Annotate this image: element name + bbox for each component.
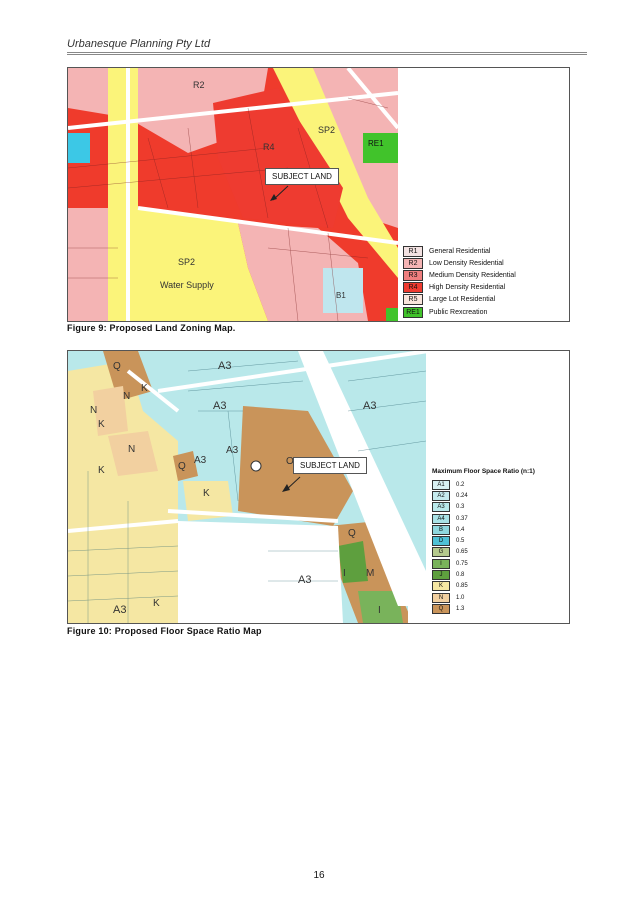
svg-text:N: N (90, 405, 97, 416)
svg-text:Q: Q (178, 461, 186, 472)
legend-swatch: D (432, 536, 450, 547)
legend-row-b: B 0.4 (432, 524, 535, 535)
legend-row-a2: A2 0.24 (432, 490, 535, 501)
svg-text:Q: Q (113, 361, 121, 372)
svg-text:SP2: SP2 (318, 125, 335, 135)
legend-row-r2: R2 Low Density Residential (403, 257, 516, 269)
svg-text:A3: A3 (226, 445, 239, 456)
page-number: 16 (313, 870, 325, 881)
svg-text:R4: R4 (263, 142, 275, 152)
legend-swatch: I (432, 558, 450, 569)
legend-value: 0.37 (456, 515, 468, 522)
legend-row-i: I 0.75 (432, 558, 535, 569)
legend-row-r1: R1 General Residential (403, 245, 516, 257)
legend-swatch: R1 (403, 245, 423, 257)
legend-value: 1.0 (456, 594, 465, 601)
legend-row-k: K 0.85 (432, 581, 535, 592)
legend-value: 0.65 (456, 549, 468, 556)
svg-text:I: I (343, 568, 346, 579)
legend-value: 0.75 (456, 560, 468, 567)
svg-text:K: K (203, 488, 210, 499)
legend-swatch: A2 (432, 490, 450, 501)
legend-swatch: R2 (403, 257, 423, 269)
legend-value: 0.8 (456, 572, 465, 579)
legend-label: High Density Residential (429, 284, 506, 292)
legend-swatch: Q (432, 603, 450, 614)
svg-text:I: I (378, 605, 381, 616)
legend-row-a1: A1 0.2 (432, 479, 535, 490)
svg-text:Q: Q (348, 528, 356, 539)
legend-row-r3: R3 Medium Density Residential (403, 269, 516, 281)
legend-swatch: A4 (432, 513, 450, 524)
land-zoning-map-figure: R2 SP2 R4 RE1 SP2 Water Supply B1 SUBJEC… (67, 67, 570, 322)
legend-label: Large Lot Residential (429, 296, 496, 304)
svg-text:K: K (98, 419, 105, 430)
svg-text:A3: A3 (363, 400, 376, 412)
legend-value: 0.24 (456, 492, 468, 499)
svg-text:A3: A3 (194, 455, 207, 466)
legend-value: 0.3 (456, 504, 465, 511)
legend-value: 0.2 (456, 481, 465, 488)
subject-land-label: SUBJECT LAND (265, 168, 339, 185)
legend-value: 0.5 (456, 538, 465, 545)
svg-text:B1: B1 (336, 291, 346, 300)
header-rule (67, 52, 587, 53)
legend-swatch: R3 (403, 269, 423, 281)
fsr-legend: Maximum Floor Space Ratio (n:1) A1 0.2 A2… (432, 468, 535, 615)
legend-row-a4: A4 0.37 (432, 513, 535, 524)
svg-text:SP2: SP2 (178, 257, 195, 267)
legend-row-d: D 0.5 (432, 535, 535, 547)
legend-label: Public Rexcreation (429, 308, 488, 316)
legend-value: 1.3 (456, 605, 465, 612)
document-header: Urbanesque Planning Pty Ltd (67, 38, 211, 50)
svg-text:A3: A3 (298, 574, 311, 586)
subject-land-label-fsr: SUBJECT LAND (293, 457, 367, 474)
svg-text:K: K (141, 383, 148, 394)
legend-row-g: G 0.65 (432, 547, 535, 558)
legend-value: 0.4 (456, 526, 465, 533)
legend-swatch: J (432, 570, 450, 581)
legend-label: Medium Density Residential (429, 271, 516, 279)
figure-9-caption: Figure 9: Proposed Land Zoning Map. (67, 323, 236, 333)
svg-text:R2: R2 (193, 80, 205, 90)
legend-row-q: Q 1.3 (432, 603, 535, 614)
legend-swatch: A1 (432, 479, 450, 490)
legend-swatch: R4 (403, 282, 423, 294)
legend-label: Low Density Residential (429, 259, 504, 267)
legend-value: 0.85 (456, 583, 468, 590)
fsr-legend-title: Maximum Floor Space Ratio (n:1) (432, 468, 535, 475)
legend-swatch: B (432, 524, 450, 535)
legend-swatch: A3 (432, 502, 450, 513)
svg-text:K: K (153, 598, 160, 609)
legend-swatch: K (432, 581, 450, 592)
svg-text:RE1: RE1 (368, 139, 384, 148)
legend-row-re1: RE1 Public Rexcreation (403, 306, 516, 318)
floor-space-ratio-map: A3 A3 A3 A3 A3 A3 A3 Q N K N K N K Q K K… (68, 351, 426, 623)
legend-swatch: RE1 (403, 306, 423, 318)
legend-row-j: J 0.8 (432, 569, 535, 581)
svg-text:N: N (128, 444, 135, 455)
legend-label: General Residential (429, 247, 491, 255)
legend-row-n: N 1.0 (432, 592, 535, 603)
svg-text:A3: A3 (113, 604, 126, 616)
header-rule-secondary (67, 54, 587, 55)
legend-row-r4: R4 High Density Residential (403, 282, 516, 294)
svg-text:A3: A3 (213, 400, 226, 412)
zoning-legend: R1 General Residential R2 Low Density Resi… (403, 245, 516, 318)
svg-text:N: N (123, 391, 130, 402)
svg-text:K: K (98, 465, 105, 476)
land-zoning-map: R2 SP2 R4 RE1 SP2 Water Supply B1 (68, 68, 398, 321)
legend-swatch: R5 (403, 294, 423, 306)
svg-text:Water Supply: Water Supply (160, 280, 214, 290)
legend-swatch: G (432, 547, 450, 558)
svg-text:M: M (366, 568, 374, 579)
svg-text:A3: A3 (218, 360, 231, 372)
figure-10-caption: Figure 10: Proposed Floor Space Ratio Ma… (67, 626, 262, 636)
legend-swatch: N (432, 592, 450, 603)
floor-space-ratio-map-figure: A3 A3 A3 A3 A3 A3 A3 Q N K N K N K Q K K… (67, 350, 570, 624)
legend-row-a3: A3 0.3 (432, 502, 535, 513)
legend-row-r5: R5 Large Lot Residential (403, 294, 516, 306)
